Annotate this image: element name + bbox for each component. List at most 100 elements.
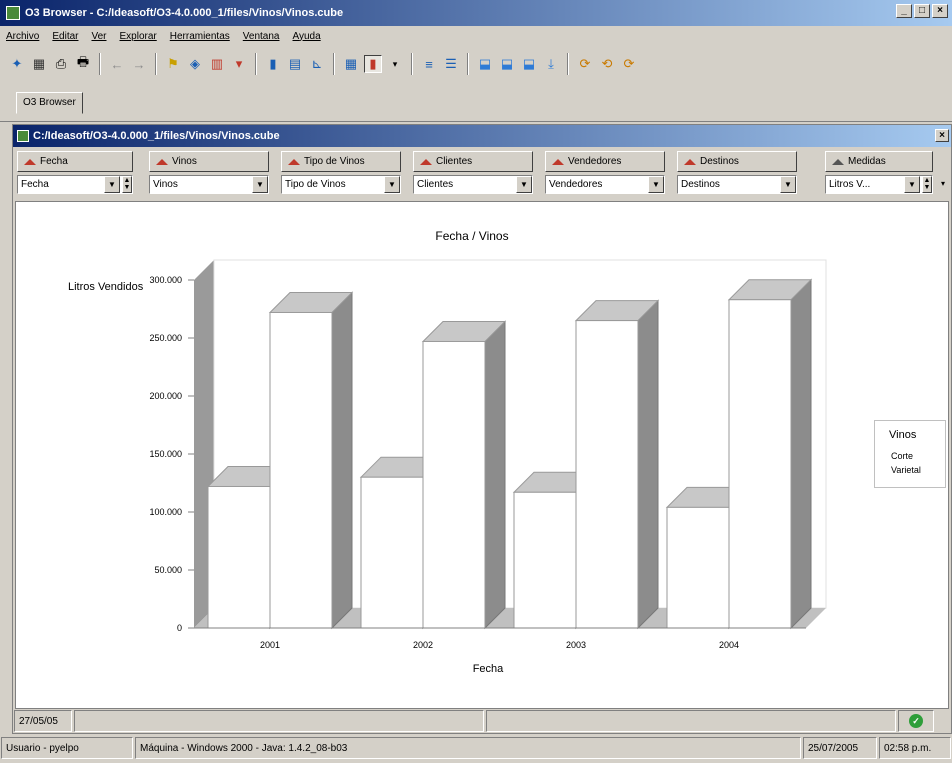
drill-up-icon [156, 158, 168, 165]
forward-icon[interactable]: → [130, 55, 148, 73]
chevron-down-icon[interactable]: ▼ [648, 176, 664, 193]
app-status-bar: Usuario - pyelpo Máquina - Windows 2000 … [0, 736, 952, 762]
dimension-medidas-value: Litros V... [829, 179, 871, 190]
refresh2-icon[interactable]: ⟲ [598, 55, 616, 73]
x-tick-label: 2002 [413, 640, 433, 650]
chart-title: Fecha / Vinos [435, 229, 508, 243]
drill-up-icon [288, 158, 300, 165]
dimension-vinos-select[interactable]: Vinos ▼ [149, 175, 269, 194]
maximize-button[interactable]: □ [914, 4, 930, 18]
dimension-vinos-button[interactable]: Vinos [149, 151, 269, 172]
chevron-down-icon[interactable]: ▼ [104, 176, 120, 193]
chevron-down-icon[interactable]: ▼ [252, 176, 268, 193]
legend-title: Vinos [889, 429, 917, 441]
dimension-tipo-de-vinos-button[interactable]: Tipo de Vinos [281, 151, 401, 172]
more-dimensions-icon[interactable]: ▾ [941, 179, 945, 188]
dimension-vendedores-button[interactable]: Vendedores [545, 151, 665, 172]
cube-icon[interactable]: ◈ [186, 55, 204, 73]
menu-ventana[interactable]: Ventana [243, 31, 280, 42]
table-chart-icon[interactable]: ▥ [208, 55, 226, 73]
filter-icon[interactable]: ▾ [230, 55, 248, 73]
tab-bar: O3 Browser [0, 82, 952, 122]
cube-status-bar: 27/05/05 ✓ [13, 709, 951, 733]
dimension-medidas-select[interactable]: Litros V... ▼ ▲ ▼ [825, 175, 933, 194]
refresh3-icon[interactable]: ⟳ [620, 55, 638, 73]
3d-bar-icon[interactable]: ▮ [364, 55, 382, 73]
dimension-tipo-de-vinos-select[interactable]: Tipo de Vinos ▼ [281, 175, 401, 194]
dimension-fecha-label: Fecha [40, 156, 68, 167]
cube-window-close-button[interactable]: × [935, 129, 949, 142]
menu-bar: Archivo Editar Ver Explorar Herramientas… [0, 26, 952, 46]
menu-explorar[interactable]: Explorar [120, 31, 157, 42]
status-field-1 [74, 710, 484, 732]
x-tick-label: 2003 [566, 640, 586, 650]
window-controls: _ □ × [896, 4, 948, 18]
bar-chart-icon[interactable]: ▮ [264, 55, 282, 73]
align-left-icon[interactable]: ≡ [420, 55, 438, 73]
drill-up-icon [420, 158, 432, 165]
open-icon[interactable]: ▦ [30, 55, 48, 73]
back-icon[interactable]: ← [108, 55, 126, 73]
menu-ayuda[interactable]: Ayuda [293, 31, 321, 42]
dimension-clientes-select[interactable]: Clientes ▼ [413, 175, 533, 194]
dimension-vinos-value: Vinos [153, 179, 178, 190]
align-center-icon[interactable]: ☰ [442, 55, 460, 73]
bar-varietal-2002 [422, 340, 486, 629]
dimension-fecha: Fecha Fecha ▼ ▲ ▼ [17, 151, 133, 199]
status-user: Usuario - pyelpo [1, 737, 133, 759]
grid-icon[interactable]: ▦ [342, 55, 360, 73]
cube-window-icon [17, 130, 29, 142]
y-tick-label: 200.000 [149, 391, 182, 401]
bar-varietal-2001-side [331, 291, 353, 630]
dimension-clientes-button[interactable]: Clientes [413, 151, 533, 172]
dimension-destinos-select[interactable]: Destinos ▼ [677, 175, 797, 194]
dimension-vendedores-select[interactable]: Vendedores ▼ [545, 175, 665, 194]
check-icon: ✓ [909, 714, 923, 728]
minimize-button[interactable]: _ [896, 4, 912, 18]
status-app-time: 02:58 p.m. [879, 737, 951, 759]
chevron-down-icon[interactable]: ▼ [516, 176, 532, 193]
chevron-down-icon[interactable]: ▼ [384, 176, 400, 193]
dimension-fecha-button[interactable]: Fecha [17, 151, 133, 172]
menu-ver[interactable]: Ver [91, 31, 106, 42]
status-field-2 [486, 710, 896, 732]
export4-icon[interactable]: ⤓ [542, 55, 560, 73]
drill-up-icon [832, 158, 844, 165]
spinner-icon[interactable]: ▲ ▼ [922, 176, 932, 193]
title-bar: O3 Browser - C:/Ideasoft/O3-4.0.000_1/fi… [0, 0, 952, 26]
chart-legend: Vinos Corte Varietal [874, 420, 946, 488]
spinner-icon[interactable]: ▲ ▼ [122, 176, 132, 193]
export3-icon[interactable]: ⬓ [520, 55, 538, 73]
stacked-bar-icon[interactable]: ▤ [286, 55, 304, 73]
menu-editar[interactable]: Editar [52, 31, 78, 42]
export-icon[interactable]: ⬓ [476, 55, 494, 73]
dimension-destinos-button[interactable]: Destinos [677, 151, 797, 172]
print-preview-icon[interactable]: ⎙ [52, 55, 70, 73]
print-icon[interactable]: 🖶 [74, 54, 92, 73]
tab-o3-browser[interactable]: O3 Browser [16, 92, 83, 114]
tree-icon[interactable]: ⚑ [164, 55, 182, 73]
chevron-down-icon[interactable]: ▼ [904, 176, 920, 193]
drill-up-icon [24, 158, 36, 165]
bar-varietal-2001 [269, 311, 333, 629]
bar-varietal-2002-side [484, 320, 506, 630]
export2-icon[interactable]: ⬓ [498, 55, 516, 73]
dimension-vendedores-label: Vendedores [568, 156, 622, 167]
dropdown-icon[interactable]: ▾ [386, 55, 404, 73]
new-icon[interactable]: ✦ [8, 55, 26, 73]
dimension-clientes-value: Clientes [417, 179, 454, 190]
line-chart-icon[interactable]: ⊾ [308, 55, 326, 73]
menu-archivo[interactable]: Archivo [6, 31, 39, 42]
chart-area: Litros Vendidos Fecha / Vinos 0 50.000 100.0… [15, 201, 949, 709]
window-title: O3 Browser - C:/Ideasoft/O3-4.0.000_1/fi… [25, 7, 344, 19]
close-button[interactable]: × [932, 4, 948, 18]
dimension-medidas-button[interactable]: Medidas [825, 151, 933, 172]
y-tick-label: 150.000 [149, 449, 182, 459]
refresh-icon[interactable]: ⟳ [576, 55, 594, 73]
chevron-down-icon[interactable]: ▼ [780, 176, 796, 193]
y-tick-label: 100.000 [149, 507, 182, 517]
dimension-fecha-select[interactable]: Fecha ▼ ▲ ▼ [17, 175, 133, 194]
bar-varietal-2004 [728, 299, 792, 629]
menu-herramientas[interactable]: Herramientas [170, 31, 230, 42]
toolbar-separator [411, 53, 413, 75]
